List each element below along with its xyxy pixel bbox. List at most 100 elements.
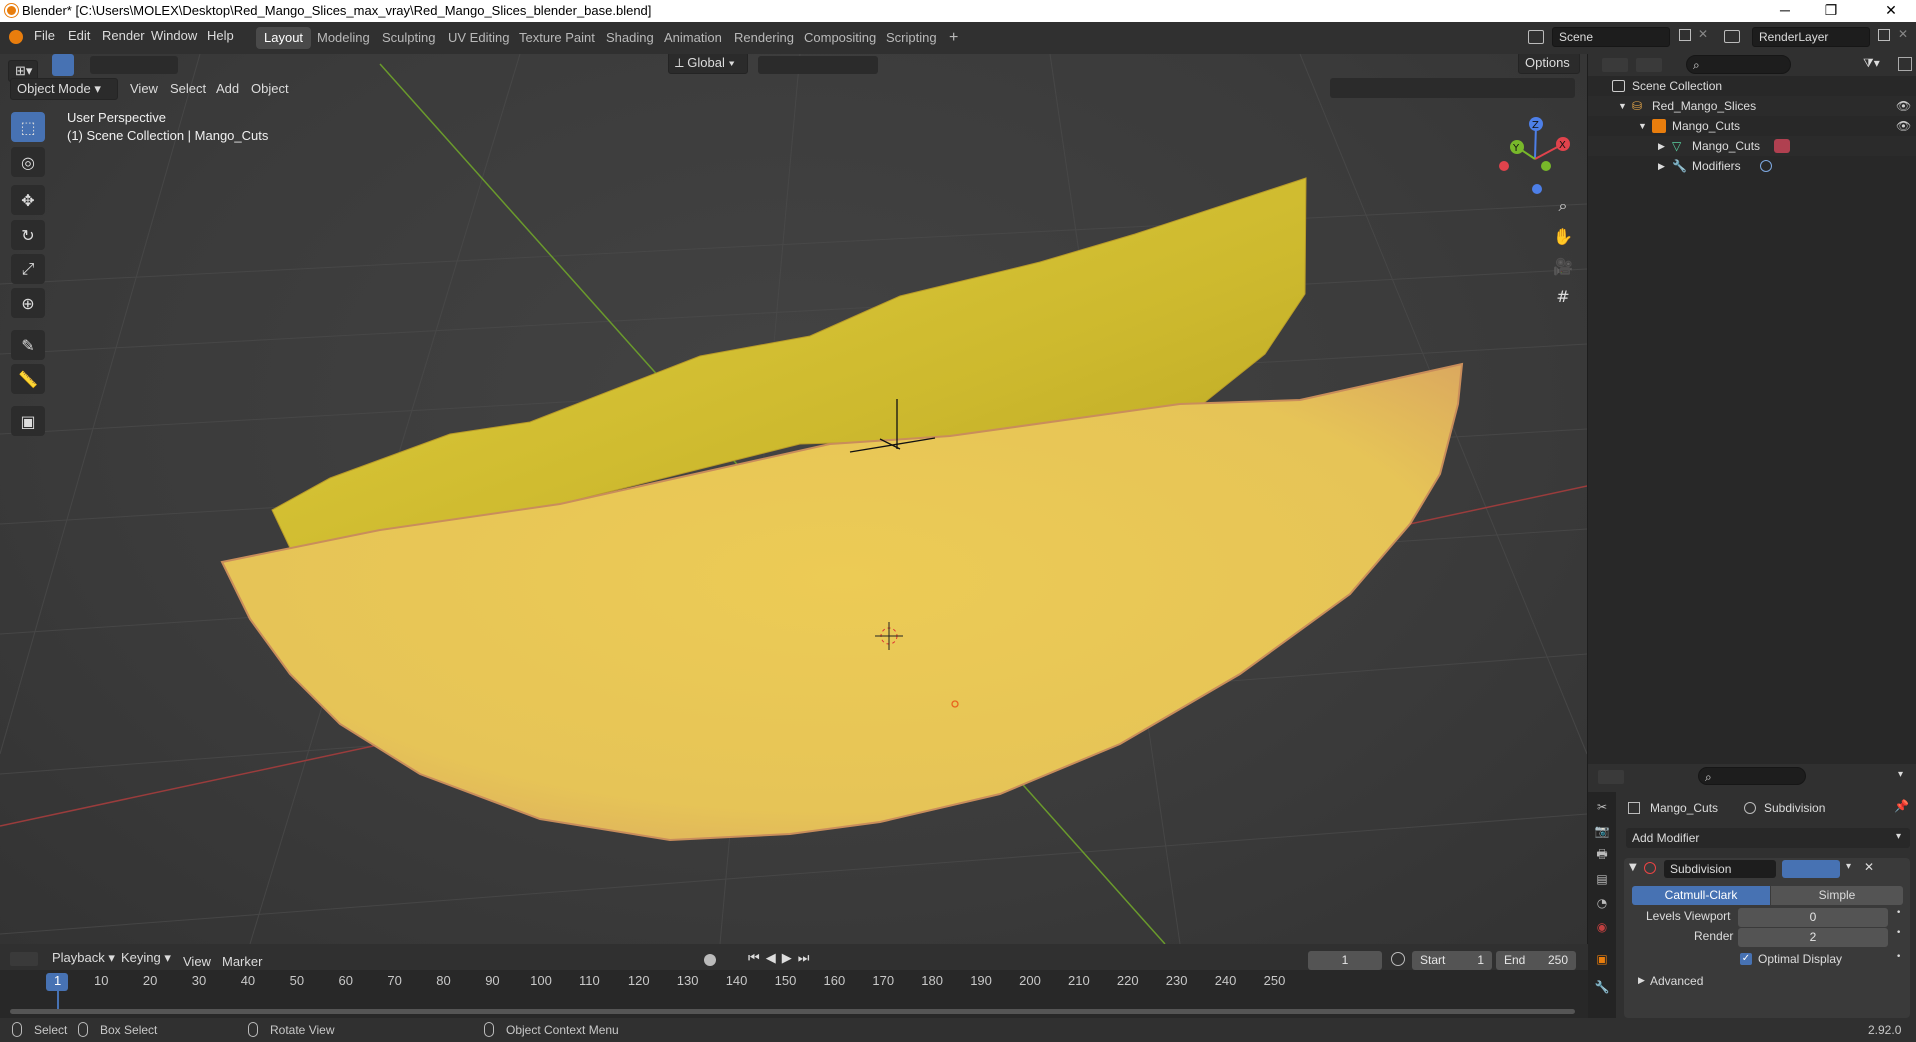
pin-icon[interactable]: 📌 (1894, 799, 1909, 813)
3d-viewport[interactable]: ⊞▾ Object Mode ▾ View Select Add Object … (0, 54, 1587, 944)
pan-hand-icon[interactable]: ✋ (1549, 222, 1577, 250)
timeline-scrollbar[interactable] (10, 1009, 1575, 1014)
tab-texture-paint[interactable]: Texture Paint (511, 27, 603, 49)
menu-edit[interactable]: Edit (68, 28, 90, 43)
tab-compositing[interactable]: Compositing (796, 27, 884, 49)
menu-render[interactable]: Render (102, 28, 145, 43)
tab-rendering[interactable]: Rendering (726, 27, 802, 49)
object-mode-dropdown[interactable]: Object Mode ▾ (10, 78, 118, 100)
measure-tool-icon[interactable]: 📏 (11, 364, 45, 394)
display-mode-icon[interactable] (1636, 58, 1662, 72)
render-layer-field[interactable]: RenderLayer (1752, 27, 1870, 47)
expand-advanced-icon[interactable]: ▶ (1638, 976, 1645, 986)
catmull-clark-button[interactable]: Catmull-Clark (1632, 886, 1770, 905)
minimize-button[interactable]: ─ (1762, 0, 1808, 22)
outliner-editor-type-icon[interactable] (1602, 58, 1628, 72)
new-scene-icon[interactable] (1679, 29, 1691, 41)
scene-name-field[interactable]: Scene (1552, 27, 1670, 47)
outliner-scene-collection[interactable]: Scene Collection (1588, 76, 1916, 96)
annotate-tool-icon[interactable]: ✎ (11, 330, 45, 360)
remove-modifier-icon[interactable]: ✕ (1864, 860, 1874, 874)
menu-select[interactable]: Select (170, 81, 206, 96)
levels-viewport-field[interactable]: 0 (1738, 908, 1888, 927)
visibility-eye-icon[interactable]: 👁 (1896, 96, 1911, 116)
new-view-layer-icon[interactable] (1878, 29, 1890, 41)
material-icon[interactable] (1774, 139, 1790, 153)
properties-editor-type-icon[interactable] (1598, 770, 1624, 784)
delete-view-layer-icon[interactable]: ✕ (1898, 27, 1908, 41)
keyframe-dot-icon[interactable]: • (1896, 908, 1901, 918)
menu-object[interactable]: Object (251, 81, 289, 96)
expand-arrow-icon[interactable]: ▶ (1658, 156, 1665, 176)
advanced-subpanel-label[interactable]: Advanced (1650, 974, 1703, 988)
select-tool-icon[interactable] (52, 54, 74, 76)
transform-tool-icon[interactable]: ⊕ (11, 288, 45, 318)
playback-controls-icon[interactable]: ⏮◀▶⏭ (748, 951, 815, 966)
modifier-tab-icon[interactable]: 🔧 (1593, 978, 1611, 996)
delete-scene-icon[interactable]: ✕ (1698, 27, 1708, 41)
tab-layout[interactable]: Layout (256, 27, 312, 49)
tab-scripting[interactable]: Scripting (878, 27, 945, 49)
selection-mode-icons[interactable] (90, 56, 178, 74)
cursor-tool-icon[interactable]: ◎ (11, 147, 45, 177)
rotate-tool-icon[interactable]: ↻ (11, 220, 45, 250)
keyframe-dot-icon[interactable]: • (1896, 928, 1901, 938)
modifier-menu-icon[interactable]: ▾ (1846, 861, 1851, 872)
tab-uv-editing[interactable]: UV Editing (440, 27, 517, 49)
navigation-gizmo[interactable]: Z X Y (1495, 114, 1575, 194)
object-tab-icon[interactable]: ▣ (1593, 950, 1611, 968)
playback-menu[interactable]: Playback ▾ (46, 948, 121, 970)
outliner-row-red-mango-slices[interactable]: ▼ ⛁ Red_Mango_Slices 👁 (1588, 96, 1916, 116)
menu-help[interactable]: Help (207, 28, 234, 43)
auto-keying-icon[interactable] (704, 954, 716, 966)
expand-arrow-icon[interactable]: ▶ (1658, 136, 1665, 156)
visibility-eye-icon[interactable]: 👁 (1896, 116, 1911, 136)
close-window-button[interactable]: ✕ (1868, 0, 1914, 22)
menu-file[interactable]: File (34, 28, 55, 43)
camera-view-icon[interactable]: 🎥 (1549, 252, 1577, 280)
end-frame-field[interactable]: End 250 (1496, 951, 1576, 970)
modifier-display-toggles[interactable] (1782, 860, 1840, 878)
start-frame-field[interactable]: Start 1 (1412, 951, 1492, 970)
maximize-button[interactable]: ❐ (1808, 0, 1854, 22)
expand-arrow-icon[interactable]: ▼ (1638, 116, 1647, 136)
current-frame-field[interactable]: 1 (1308, 951, 1382, 970)
move-tool-icon[interactable]: ✥ (11, 185, 45, 215)
select-box-tool-icon[interactable]: ⬚ (11, 112, 45, 142)
tool-tab-icon[interactable]: ✂ (1593, 798, 1611, 816)
scene-tab-icon[interactable]: ◔ (1593, 894, 1611, 912)
properties-search-input[interactable]: ⌕ (1698, 767, 1806, 785)
modifier-name-field[interactable]: Subdivision (1664, 860, 1776, 878)
zoom-icon[interactable]: ⌕ (1549, 192, 1577, 220)
outliner-row-mango-cuts-object[interactable]: ▼ Mango_Cuts 👁 (1588, 116, 1916, 136)
transform-orientation-dropdown[interactable]: ⟂ Global ▾ (668, 54, 748, 74)
view-layer-icon[interactable] (1724, 30, 1740, 43)
tab-shading[interactable]: Shading (598, 27, 662, 49)
filter-icon[interactable]: ⧩▾ (1863, 56, 1880, 71)
render-tab-icon[interactable]: 📷 (1593, 822, 1611, 840)
snap-pivot-controls[interactable] (758, 56, 878, 74)
timeline-editor-type-icon[interactable] (10, 952, 38, 966)
add-workspace-icon[interactable]: + (941, 27, 966, 49)
timeline-marker-menu[interactable]: Marker (222, 954, 262, 969)
simple-button[interactable]: Simple (1771, 886, 1903, 905)
subdivision-modifier-icon[interactable] (1760, 160, 1772, 172)
expand-arrow-icon[interactable]: ▼ (1618, 96, 1627, 116)
scene-icon[interactable] (1528, 30, 1544, 44)
menu-add[interactable]: Add (216, 81, 239, 96)
outliner-row-modifiers[interactable]: ▶ 🔧 Modifiers (1588, 156, 1916, 176)
add-modifier-dropdown[interactable]: Add Modifier ▾ (1626, 828, 1910, 848)
view-layer-tab-icon[interactable]: ▤ (1593, 870, 1611, 888)
render-levels-field[interactable]: 2 (1738, 928, 1888, 947)
keying-menu[interactable]: Keying ▾ (115, 948, 177, 970)
outliner-search-input[interactable]: ⌕ (1686, 55, 1791, 74)
options-dropdown[interactable]: Options ▾ (1518, 54, 1580, 90)
keyframe-dot-icon[interactable]: • (1896, 952, 1901, 962)
menu-window[interactable]: Window (151, 28, 197, 43)
shading-controls[interactable] (1330, 78, 1575, 98)
tab-animation[interactable]: Animation (656, 27, 730, 49)
output-tab-icon[interactable]: 🖶 (1593, 846, 1611, 864)
outliner-row-mango-cuts-mesh[interactable]: ▶ ▽ Mango_Cuts (1588, 136, 1916, 156)
new-collection-icon[interactable] (1898, 57, 1912, 71)
add-cube-tool-icon[interactable]: ▣ (11, 406, 45, 436)
